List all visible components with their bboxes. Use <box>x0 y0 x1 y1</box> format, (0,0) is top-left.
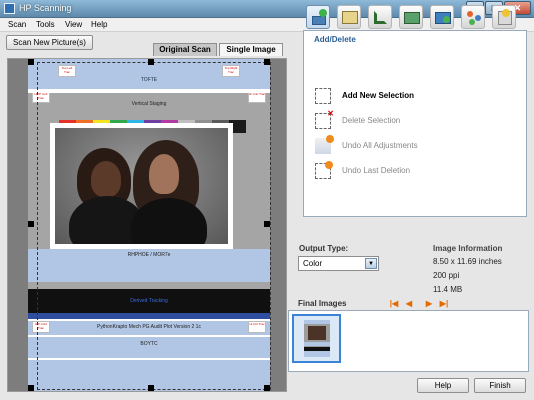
crop-icon[interactable] <box>368 5 392 29</box>
resize-icon[interactable] <box>337 5 361 29</box>
resize-handle[interactable] <box>264 385 270 391</box>
finish-button[interactable]: Finish <box>474 378 526 393</box>
output-type-label: Output Type: <box>299 244 349 253</box>
first-image-icon[interactable]: |◀ <box>389 299 399 309</box>
undo-last-deletion-button[interactable]: Undo Last Deletion <box>315 161 445 179</box>
add-delete-icon[interactable] <box>306 5 330 29</box>
image-file-size: 11.4 MB <box>433 285 463 294</box>
menu-tools[interactable]: Tools <box>36 20 55 29</box>
output-type-value: Color <box>303 259 323 268</box>
menu-help[interactable]: Help <box>91 20 107 29</box>
tool-toolbar <box>303 5 525 30</box>
undo-all-adjustments-button[interactable]: Undo All Adjustments <box>315 135 445 154</box>
preferences-icon[interactable] <box>461 5 485 29</box>
scan-new-picture-button[interactable]: Scan New Picture(s) <box>6 35 93 50</box>
resize-handle[interactable] <box>28 221 34 227</box>
add-delete-panel: Add/Delete Add New Selection ✕ Delete Se… <box>303 30 527 217</box>
delete-selection-icon: ✕ <box>315 109 334 129</box>
undo-all-icon <box>315 135 334 154</box>
final-image-thumbnail[interactable] <box>292 314 341 363</box>
chevron-down-icon[interactable]: ▼ <box>365 258 377 269</box>
scan-preview[interactable]: TOFTE Top Left Trac Top Right Trac HiPP … <box>7 58 287 392</box>
tab-original-scan[interactable]: Original Scan <box>153 43 217 56</box>
final-images-panel <box>288 310 529 372</box>
add-selection-icon <box>315 88 331 104</box>
image-size: 8.50 x 11.69 inches <box>433 257 502 266</box>
help-button[interactable]: Help <box>417 378 469 393</box>
image-info-label: Image Information <box>433 244 503 253</box>
adjust-icon[interactable] <box>430 5 454 29</box>
output-type-select[interactable]: Color ▼ <box>298 256 379 271</box>
previous-image-icon[interactable]: ◀ <box>404 299 414 309</box>
tab-single-image[interactable]: Single Image <box>219 43 283 56</box>
last-image-icon[interactable]: ▶| <box>439 299 449 309</box>
image-resolution: 200 ppi <box>433 271 460 280</box>
special-icon[interactable] <box>492 5 516 29</box>
resize-handle[interactable] <box>148 385 154 391</box>
final-images-label: Final Images <box>298 299 347 308</box>
panel-title: Add/Delete <box>314 35 356 44</box>
menu-view[interactable]: View <box>65 20 82 29</box>
window-title: HP Scanning <box>19 3 72 13</box>
app-icon <box>4 3 15 14</box>
next-image-icon[interactable]: ▶ <box>424 299 434 309</box>
menu-scan[interactable]: Scan <box>8 20 26 29</box>
delete-selection-button[interactable]: ✕ Delete Selection <box>315 109 445 129</box>
resize-handle[interactable] <box>264 221 270 227</box>
resize-handle[interactable] <box>28 59 34 65</box>
resize-handle[interactable] <box>28 385 34 391</box>
selection-marquee[interactable] <box>37 62 271 390</box>
resize-handle[interactable] <box>148 59 154 65</box>
add-new-selection-button[interactable]: Add New Selection <box>315 88 445 104</box>
resize-handle[interactable] <box>264 59 270 65</box>
edit-icon[interactable] <box>399 5 423 29</box>
undo-last-icon <box>315 161 333 179</box>
